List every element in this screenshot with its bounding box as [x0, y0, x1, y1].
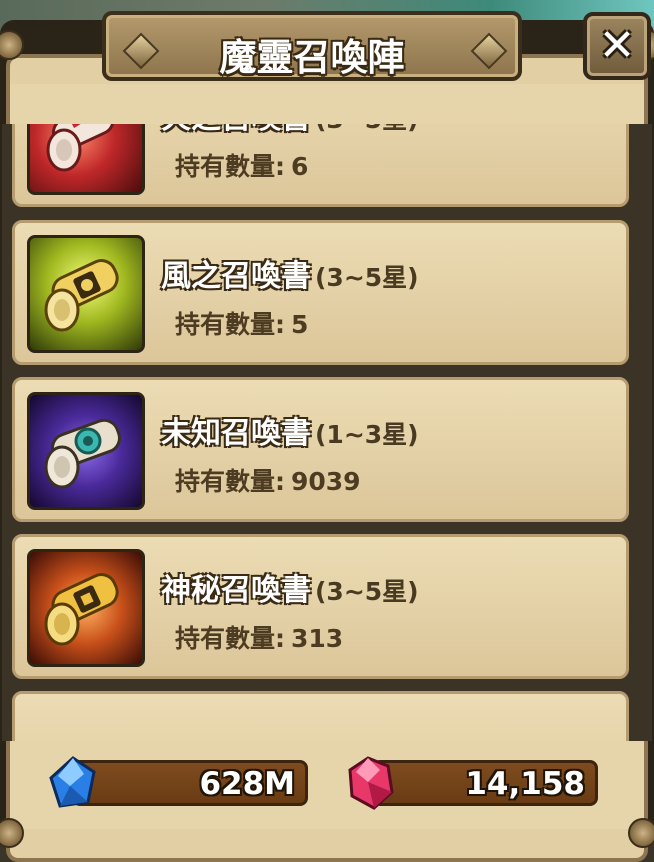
item-name: 火之召喚書(3~5星) — [161, 124, 419, 137]
window-title: 魔靈召喚陣 — [219, 36, 405, 79]
crystal-bar: 14,158 — [372, 760, 598, 806]
item-name: 未知召喚書 (1~3星) — [161, 416, 419, 451]
summon-scroll-list[interactable]: 火之召喚書(3~5星) 持有數量:6 風之召喚書(3~5星) 持有數量:5 — [2, 124, 652, 741]
list-item-mystical-scroll[interactable]: 神秘召喚書 (3~5星) 持有數量: 313 — [12, 534, 629, 679]
item-quantity: 持有數量: 6 — [175, 152, 309, 181]
header-band — [10, 84, 644, 124]
mystical-scroll-icon — [27, 549, 145, 667]
crystal-value: 14,158 — [465, 766, 585, 802]
mana-value: 628M — [199, 766, 295, 802]
item-name: 風之召喚書 (3~5星) — [161, 259, 419, 294]
corner-ornament — [628, 818, 654, 848]
item-name: 神秘召喚書 (3~5星) — [161, 573, 419, 608]
mana-bar: 628M — [72, 760, 308, 806]
blue-crystal-icon — [48, 756, 98, 810]
item-quantity: 持有數量: 9039 — [175, 467, 361, 496]
close-icon: ✕ — [598, 20, 636, 71]
close-button[interactable]: ✕ — [583, 12, 651, 80]
list-item-fire-scroll[interactable]: 火之召喚書(3~5星) 持有數量:6 — [12, 124, 629, 207]
unknown-scroll-icon — [27, 392, 145, 510]
fire-scroll-icon — [27, 124, 145, 195]
title-plaque: 魔靈召喚陣 — [102, 11, 522, 81]
item-quantity: 持有數量: 313 — [175, 624, 344, 653]
item-quantity: 持有數量: 5 — [175, 310, 309, 339]
list-item-wind-scroll[interactable]: 風之召喚書 (3~5星) 持有數量: 5 — [12, 220, 629, 365]
list-item-unknown-scroll[interactable]: 未知召喚書 (1~3星) 持有數量: 9039 — [12, 377, 629, 522]
list-item[interactable] — [12, 691, 629, 741]
pink-crystal-icon — [346, 756, 396, 810]
wind-scroll-icon — [27, 235, 145, 353]
